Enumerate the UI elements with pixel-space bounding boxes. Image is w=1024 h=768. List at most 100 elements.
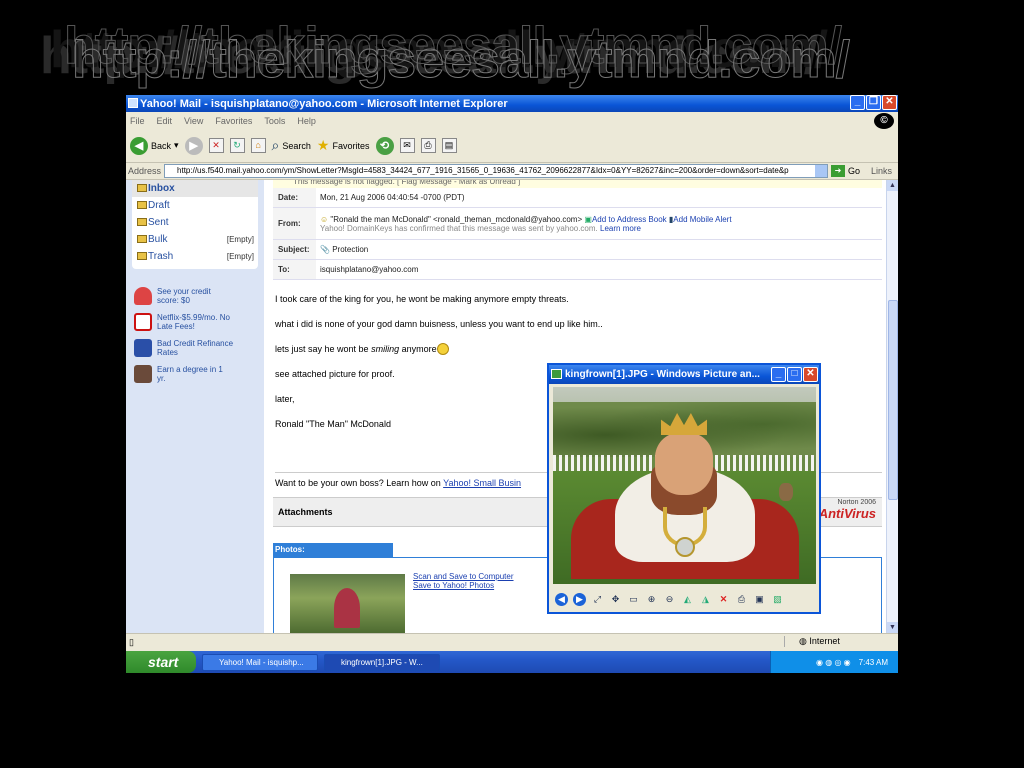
flag-status[interactable]: This message is not flagged. [ Flag Mess… bbox=[273, 180, 882, 188]
back-label: Back bbox=[151, 140, 172, 151]
header-from: From: ☺ "Ronald the man McDonald" <ronal… bbox=[273, 208, 882, 240]
viewer-maximize-button[interactable]: □ bbox=[787, 367, 802, 382]
page-icon: ▯ bbox=[129, 637, 134, 647]
open-in-editor-icon[interactable]: ▧ bbox=[771, 593, 784, 606]
viewer-titlebar[interactable]: kingfrown[1].JPG - Windows Picture an...… bbox=[549, 365, 819, 384]
folder-label: Inbox bbox=[148, 183, 175, 194]
king-face bbox=[655, 433, 713, 495]
close-button[interactable]: ✕ bbox=[882, 95, 897, 110]
go-arrow-icon[interactable]: ➜ bbox=[831, 165, 846, 177]
start-button[interactable]: start bbox=[126, 651, 196, 673]
task-yahoo-mail[interactable]: Yahoo! Mail - isquishp... bbox=[202, 653, 318, 671]
tray-icons[interactable]: ◉ ◍ ◎ ◉ bbox=[816, 658, 851, 667]
mail-sidebar: Inbox Draft Sent Bulk [Empty] Trash [Empty… bbox=[126, 180, 264, 633]
folder-bulk[interactable]: Bulk [Empty] bbox=[132, 231, 258, 248]
system-tray: ◉ ◍ ◎ ◉ 7:43 AM bbox=[770, 651, 898, 673]
refresh-icon[interactable]: ↻ bbox=[229, 138, 245, 153]
scroll-thumb[interactable] bbox=[888, 300, 898, 500]
print-icon[interactable]: ⎙ bbox=[735, 593, 748, 606]
menu-tools[interactable]: Tools bbox=[264, 116, 285, 126]
scroll-down-icon[interactable]: ▼ bbox=[887, 622, 898, 633]
ie-titlebar[interactable]: Yahoo! Mail - isquishplatano@yahoo.com -… bbox=[126, 95, 898, 112]
menu-favorites[interactable]: Favorites bbox=[215, 116, 252, 126]
zone-label: Internet bbox=[809, 636, 840, 646]
print-icon[interactable]: ⎙ bbox=[420, 138, 436, 153]
ad-refinance[interactable]: Bad Credit Refinance Rates bbox=[134, 339, 264, 357]
home-icon[interactable]: ⌂ bbox=[250, 138, 266, 153]
rotate-clockwise-icon[interactable]: ◭ bbox=[681, 593, 694, 606]
photo-thumbnail[interactable] bbox=[290, 574, 405, 633]
save-icon[interactable]: ▣ bbox=[753, 593, 766, 606]
ad-netflix[interactable]: Netflix-$5.99/mo. No Late Fees! bbox=[134, 313, 264, 331]
stop-icon[interactable]: ✕ bbox=[208, 138, 224, 153]
folder-count[interactable]: [Empty] bbox=[227, 235, 254, 244]
mail-icon[interactable]: ✉ bbox=[399, 138, 415, 153]
save-yahoo-photos-link[interactable]: Save to Yahoo! Photos bbox=[413, 581, 514, 590]
zoom-in-icon[interactable]: ⊕ bbox=[645, 593, 658, 606]
delete-icon[interactable]: ✕ bbox=[717, 593, 730, 606]
header-to: To: isquishplatano@yahoo.com bbox=[273, 260, 882, 280]
edit-icon[interactable]: ▤ bbox=[441, 138, 457, 153]
scroll-up-icon[interactable]: ▲ bbox=[887, 180, 898, 191]
subject-text: Protection bbox=[332, 245, 369, 254]
slideshow-icon[interactable]: ▭ bbox=[627, 593, 640, 606]
rotate-counterclockwise-icon[interactable]: ◮ bbox=[699, 593, 712, 606]
address-bar: Address http://us.f540.mail.yahoo.com/ym… bbox=[126, 163, 898, 180]
favorites-button[interactable]: ★ Favorites bbox=[317, 137, 370, 154]
folder-label: Bulk bbox=[148, 234, 168, 245]
menu-edit[interactable]: Edit bbox=[157, 116, 173, 126]
search-button[interactable]: ⌕ Search bbox=[272, 137, 311, 154]
forward-button[interactable]: ▶ bbox=[184, 136, 203, 155]
next-image-icon[interactable]: ▶ bbox=[573, 592, 586, 606]
go-label[interactable]: Go bbox=[848, 166, 860, 176]
ad-degree[interactable]: Earn a degree in 1 yr. bbox=[134, 365, 264, 383]
address-url: http://us.f540.mail.yahoo.com/ym/ShowLet… bbox=[177, 166, 789, 175]
folder-draft[interactable]: Draft bbox=[132, 197, 258, 214]
ad-text: See your credit score: $0 bbox=[157, 287, 211, 305]
previous-image-icon[interactable]: ◀ bbox=[555, 592, 568, 606]
picture-viewer-icon bbox=[551, 369, 562, 379]
folder-inbox[interactable]: Inbox bbox=[132, 180, 258, 197]
menu-file[interactable]: File bbox=[130, 116, 145, 126]
address-dropdown-icon[interactable] bbox=[815, 165, 828, 177]
zoom-out-icon[interactable]: ⊖ bbox=[663, 593, 676, 606]
task-picture-viewer[interactable]: kingfrown[1].JPG - W... bbox=[324, 653, 440, 671]
menu-help[interactable]: Help bbox=[297, 116, 316, 126]
viewer-minimize-button[interactable]: _ bbox=[771, 367, 786, 382]
house-icon bbox=[134, 339, 152, 357]
banner-outline-2: http://thekingseesall.ytmnd.com/ bbox=[71, 31, 850, 90]
maximize-button[interactable]: ❐ bbox=[866, 95, 881, 110]
globe-icon: ◍ bbox=[799, 636, 807, 646]
norton-antivirus: AntiVirus bbox=[818, 506, 876, 521]
links-label[interactable]: Links bbox=[871, 166, 892, 176]
window-controls: _ ❐ ✕ bbox=[850, 95, 897, 110]
photo-deer bbox=[779, 483, 793, 501]
folder-label: Trash bbox=[148, 251, 174, 262]
folder-count[interactable]: [Empty] bbox=[227, 252, 254, 261]
favorites-label: Favorites bbox=[332, 140, 370, 151]
add-mobile-alert-link[interactable]: Add Mobile Alert bbox=[673, 215, 731, 224]
small-business-link[interactable]: Yahoo! Small Busin bbox=[443, 478, 521, 488]
scan-save-link[interactable]: Scan and Save to Computer bbox=[413, 572, 514, 581]
ie-title: Yahoo! Mail - isquishplatano@yahoo.com -… bbox=[140, 97, 508, 110]
ad-credit-score[interactable]: See your credit score: $0 bbox=[134, 287, 264, 305]
address-label: Address bbox=[128, 166, 162, 176]
minimize-button[interactable]: _ bbox=[850, 95, 865, 110]
photos-tab: Photos: bbox=[273, 543, 393, 557]
viewer-close-button[interactable]: ✕ bbox=[803, 367, 818, 382]
history-icon[interactable]: ⟲ bbox=[375, 136, 394, 155]
folder-trash[interactable]: Trash [Empty] bbox=[132, 248, 258, 265]
sent-icon bbox=[137, 218, 147, 226]
picture-viewer-window: kingfrown[1].JPG - Windows Picture an...… bbox=[547, 363, 821, 614]
vertical-scrollbar[interactable]: ▲ ▼ bbox=[886, 180, 898, 633]
address-input[interactable]: http://us.f540.mail.yahoo.com/ym/ShowLet… bbox=[164, 164, 829, 178]
back-button[interactable]: ◀ Back ▾ bbox=[130, 136, 179, 155]
actual-size-icon[interactable]: ✥ bbox=[609, 593, 622, 606]
learn-more-link[interactable]: Learn more bbox=[600, 224, 641, 233]
graduate-icon bbox=[134, 365, 152, 383]
add-to-address-book-link[interactable]: Add to Address Book bbox=[592, 215, 667, 224]
best-fit-icon[interactable]: ⤢ bbox=[591, 593, 604, 606]
bulk-icon bbox=[137, 235, 147, 243]
folder-sent[interactable]: Sent bbox=[132, 214, 258, 231]
menu-view[interactable]: View bbox=[184, 116, 203, 126]
